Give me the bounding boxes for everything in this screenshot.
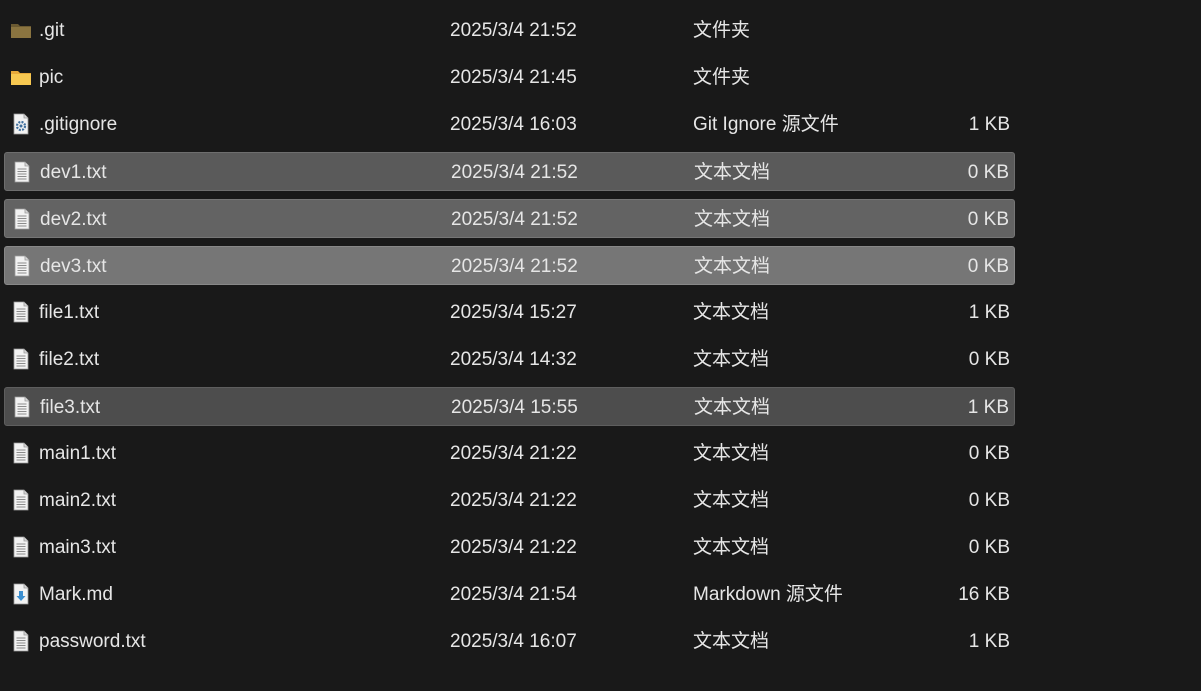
file-name: main3.txt [39, 537, 117, 558]
file-type: 文本文档 [693, 443, 770, 464]
file-size: 1 KB [968, 302, 1010, 323]
file-modified-date: 2025/3/4 16:03 [450, 114, 577, 135]
file-name: main2.txt [39, 490, 117, 511]
file-type: 文件夹 [693, 67, 751, 88]
file-row[interactable]: .git 2025/3/4 21:52 文件夹 [4, 11, 1015, 50]
file-type: 文件夹 [693, 20, 751, 41]
file-modified-date: 2025/3/4 21:54 [450, 584, 577, 605]
file-row[interactable]: main3.txt 2025/3/4 21:22 文本文档 0 KB [4, 528, 1015, 567]
text-file-icon [10, 442, 32, 464]
file-type: 文本文档 [693, 302, 770, 323]
file-size: 0 KB [967, 162, 1009, 183]
file-size: 0 KB [968, 537, 1010, 558]
file-modified-date: 2025/3/4 21:52 [451, 209, 578, 230]
file-name: dev1.txt [40, 162, 107, 183]
file-name: main1.txt [39, 443, 117, 464]
file-size: 0 KB [968, 490, 1010, 511]
file-type: 文本文档 [694, 162, 771, 183]
file-type: 文本文档 [693, 490, 770, 511]
file-size: 1 KB [967, 397, 1009, 418]
file-name: password.txt [39, 631, 146, 652]
file-row[interactable]: pic 2025/3/4 21:45 文件夹 [4, 58, 1015, 97]
file-size: 0 KB [967, 256, 1009, 277]
file-size: 0 KB [968, 349, 1010, 370]
folder-icon [10, 66, 32, 88]
file-size: 0 KB [968, 443, 1010, 464]
file-type: 文本文档 [693, 537, 770, 558]
file-type: Markdown 源文件 [693, 584, 843, 605]
file-row[interactable]: dev2.txt 2025/3/4 21:52 文本文档 0 KB [4, 199, 1015, 238]
text-file-icon [10, 301, 32, 323]
file-row[interactable]: dev3.txt 2025/3/4 21:52 文本文档 0 KB [4, 246, 1015, 285]
file-name: Mark.md [39, 584, 113, 605]
file-modified-date: 2025/3/4 15:55 [451, 397, 578, 418]
file-modified-date: 2025/3/4 14:32 [450, 349, 577, 370]
file-name: file3.txt [40, 397, 101, 418]
file-row[interactable]: file1.txt 2025/3/4 15:27 文本文档 1 KB [4, 293, 1015, 332]
file-name: file2.txt [39, 349, 100, 370]
markdown-file-icon [10, 583, 32, 605]
file-name: dev3.txt [40, 256, 107, 277]
file-modified-date: 2025/3/4 21:22 [450, 537, 577, 558]
file-name: dev2.txt [40, 209, 107, 230]
text-file-icon [10, 536, 32, 558]
text-file-icon [10, 348, 32, 370]
file-row[interactable]: Mark.md 2025/3/4 21:54 Markdown 源文件 16 KB [4, 575, 1015, 614]
file-row[interactable]: .gitignore 2025/3/4 16:03 Git Ignore 源文件 1 … [4, 105, 1015, 144]
file-modified-date: 2025/3/4 21:22 [450, 443, 577, 464]
file-size [890, 58, 1010, 97]
file-name: .gitignore [39, 114, 118, 135]
file-name: file1.txt [39, 302, 100, 323]
file-size [890, 11, 1010, 50]
file-type: 文本文档 [694, 256, 771, 277]
file-modified-date: 2025/3/4 15:27 [450, 302, 577, 323]
file-type: Git Ignore 源文件 [693, 114, 839, 135]
file-name: pic [39, 67, 64, 88]
file-row[interactable]: password.txt 2025/3/4 16:07 文本文档 1 KB [4, 622, 1015, 661]
file-type: 文本文档 [694, 209, 771, 230]
file-row[interactable]: file3.txt 2025/3/4 15:55 文本文档 1 KB [4, 387, 1015, 426]
file-name: .git [39, 20, 65, 41]
file-modified-date: 2025/3/4 21:52 [451, 162, 578, 183]
file-size: 0 KB [967, 209, 1009, 230]
file-type: 文本文档 [693, 349, 770, 370]
file-row[interactable]: main1.txt 2025/3/4 21:22 文本文档 0 KB [4, 434, 1015, 473]
file-modified-date: 2025/3/4 16:07 [450, 631, 577, 652]
file-type: 文本文档 [693, 631, 770, 652]
folder-dark-icon [10, 19, 32, 41]
text-file-icon [11, 396, 33, 418]
text-file-icon [11, 208, 33, 230]
file-size: 16 KB [958, 584, 1010, 605]
file-modified-date: 2025/3/4 21:52 [450, 20, 577, 41]
file-modified-date: 2025/3/4 21:22 [450, 490, 577, 511]
text-file-icon [11, 255, 33, 277]
file-row[interactable]: main2.txt 2025/3/4 21:22 文本文档 0 KB [4, 481, 1015, 520]
file-type: 文本文档 [694, 397, 771, 418]
file-modified-date: 2025/3/4 21:45 [450, 67, 577, 88]
text-file-icon [11, 161, 33, 183]
text-file-icon [10, 489, 32, 511]
file-modified-date: 2025/3/4 21:52 [451, 256, 578, 277]
file-size: 1 KB [968, 631, 1010, 652]
file-row[interactable]: dev1.txt 2025/3/4 21:52 文本文档 0 KB [4, 152, 1015, 191]
file-size: 1 KB [968, 114, 1010, 135]
file-row[interactable]: file2.txt 2025/3/4 14:32 文本文档 0 KB [4, 340, 1015, 379]
text-file-icon [10, 630, 32, 652]
gear-file-icon [10, 113, 32, 135]
